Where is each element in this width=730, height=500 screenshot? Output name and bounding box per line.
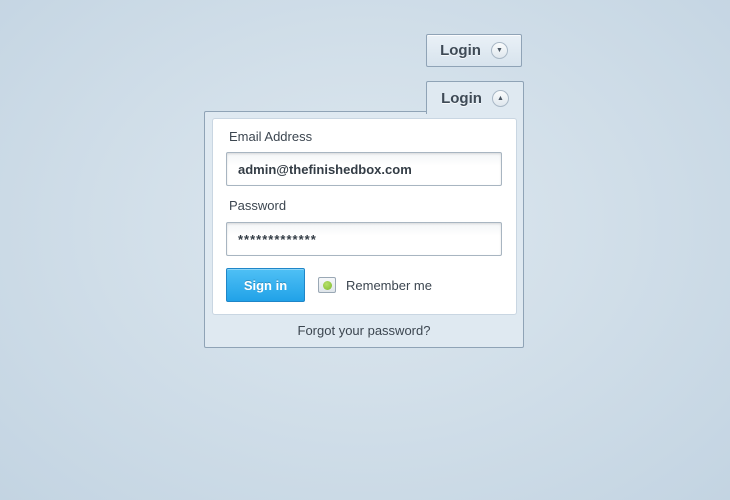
login-dropdown-button-expanded[interactable]: Login ▲ — [426, 81, 524, 114]
forgot-password-link[interactable]: Forgot your password? — [205, 323, 523, 338]
email-field[interactable]: admin@thefinishedbox.com — [226, 152, 502, 186]
password-field[interactable]: ************* — [226, 222, 502, 256]
login-dropdown-panel: Email Address admin@thefinishedbox.com P… — [204, 111, 524, 348]
login-dropdown-button-collapsed[interactable]: Login ▼ — [426, 34, 522, 67]
email-label: Email Address — [229, 129, 313, 144]
chevron-down-icon: ▼ — [490, 42, 508, 59]
login-button-label: Login — [440, 42, 481, 59]
remember-me-checkbox[interactable] — [318, 277, 336, 293]
checkbox-checked-icon — [322, 280, 332, 290]
remember-me-label[interactable]: Remember me — [346, 278, 432, 293]
chevron-up-icon: ▲ — [491, 89, 509, 107]
sign-in-button[interactable]: Sign in — [226, 268, 305, 302]
login-form: Email Address admin@thefinishedbox.com P… — [213, 119, 516, 314]
login-tab-label: Login — [441, 89, 482, 107]
password-label: Password — [229, 198, 287, 213]
